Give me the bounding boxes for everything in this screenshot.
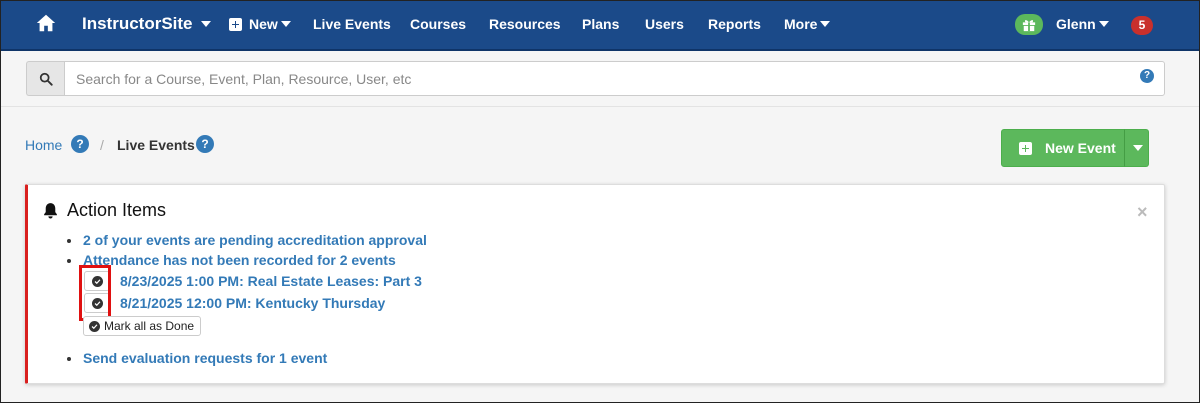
- chevron-down-icon: [200, 21, 211, 27]
- breadcrumb-current: Live Events: [117, 137, 195, 153]
- nav-live-events[interactable]: Live Events: [313, 16, 391, 32]
- search-help-icon[interactable]: ?: [1140, 69, 1154, 83]
- chevron-down-icon: [820, 21, 831, 27]
- bullet: [67, 357, 71, 361]
- breadcrumb-home[interactable]: Home: [25, 137, 62, 153]
- gift-glyph: [1022, 19, 1036, 31]
- brand-menu[interactable]: InstructorSite: [82, 14, 211, 34]
- bell-icon: [44, 203, 57, 219]
- new-event-label: New Event: [1045, 140, 1116, 156]
- nav-more-label: More: [784, 16, 818, 32]
- nav-new[interactable]: New: [229, 16, 291, 32]
- check-circle-icon: [91, 297, 103, 309]
- event-link[interactable]: 8/21/2025 12:00 PM: Kentucky Thursday: [120, 295, 385, 311]
- plus-square-icon: [229, 17, 242, 31]
- mark-done-button[interactable]: [84, 293, 110, 313]
- check-circle-icon: [89, 320, 100, 332]
- new-event-dropdown-toggle[interactable]: [1124, 129, 1149, 167]
- chevron-down-icon: [1098, 21, 1109, 27]
- bullet: [67, 239, 71, 243]
- check-circle-icon: [91, 275, 103, 287]
- search-input[interactable]: [64, 61, 1165, 96]
- breadcrumb-separator: /: [100, 137, 104, 153]
- action-items-title: Action Items: [67, 200, 167, 220]
- check-glyph: [94, 300, 100, 306]
- event-link[interactable]: 8/23/2025 1:00 PM: Real Estate Leases: P…: [120, 273, 422, 289]
- gift-icon[interactable]: [1015, 14, 1043, 35]
- nav-more[interactable]: More: [784, 16, 831, 32]
- search-glyph: [39, 72, 53, 86]
- user-name: Glenn: [1056, 16, 1096, 32]
- home-help-icon[interactable]: ?: [71, 135, 89, 153]
- nav-reports[interactable]: Reports: [708, 16, 761, 32]
- nav-users[interactable]: Users: [645, 16, 684, 32]
- mark-all-done-button[interactable]: Mark all as Done: [83, 316, 202, 336]
- action-items-heading: Action Items: [42, 200, 166, 221]
- home-icon[interactable]: [35, 12, 57, 34]
- check-glyph: [94, 278, 100, 284]
- notification-badge[interactable]: 5: [1131, 16, 1153, 35]
- live-events-help-icon[interactable]: ?: [196, 135, 214, 153]
- search-bar: [0, 51, 1200, 107]
- bullet: [67, 259, 71, 263]
- brand-name: InstructorSite: [82, 14, 193, 33]
- new-event-button[interactable]: New Event: [1001, 129, 1125, 167]
- chevron-down-icon: [280, 21, 291, 27]
- check-glyph: [91, 323, 98, 329]
- nav-resources[interactable]: Resources: [489, 16, 561, 32]
- nav-plans[interactable]: Plans: [582, 16, 619, 32]
- pending-accreditation-link[interactable]: 2 of your events are pending accreditati…: [83, 232, 427, 248]
- top-navbar: InstructorSite New Live Events Courses R…: [0, 0, 1200, 51]
- attendance-not-recorded-link[interactable]: Attendance has not been recorded for 2 e…: [83, 252, 396, 268]
- close-icon[interactable]: ×: [1137, 202, 1148, 223]
- user-menu[interactable]: Glenn: [1056, 16, 1109, 32]
- search-icon: [26, 61, 65, 96]
- nav-new-label: New: [249, 16, 278, 32]
- nav-courses[interactable]: Courses: [410, 16, 466, 32]
- mark-done-button[interactable]: [84, 271, 110, 291]
- mark-all-done-label: Mark all as Done: [104, 319, 195, 333]
- chevron-down-icon: [1133, 145, 1143, 151]
- plus-square-icon: [1019, 141, 1032, 155]
- send-evaluation-link[interactable]: Send evaluation requests for 1 event: [83, 350, 327, 366]
